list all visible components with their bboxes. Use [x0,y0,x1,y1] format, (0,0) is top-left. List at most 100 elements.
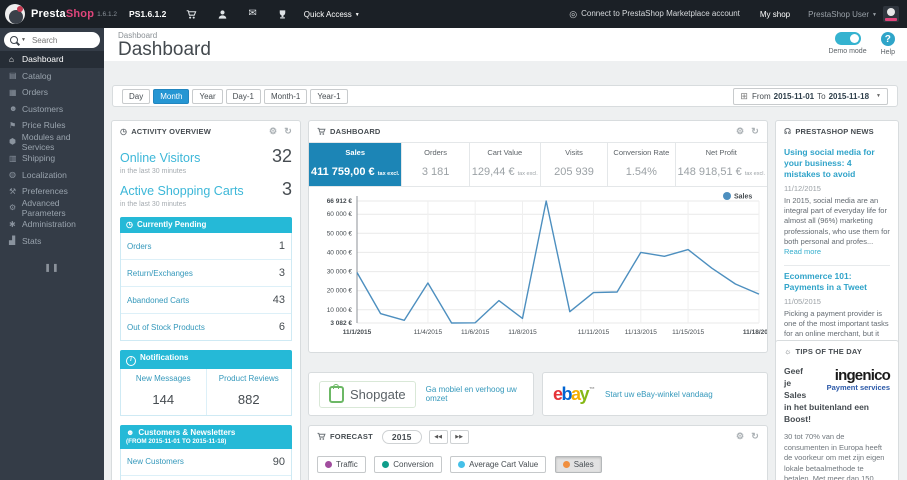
conversion-dot-icon [382,461,390,468]
chevron-down-icon[interactable]: ▼ [21,37,26,43]
sidebar-item-shipping[interactable]: ▥ Shipping [0,150,104,167]
panel-title: DASHBOARD [330,127,381,136]
user-icon[interactable] [217,9,228,20]
refresh-icon[interactable]: ↻ [751,127,759,136]
ebay-link[interactable]: Start uw eBay-winkel vandaag [605,390,713,399]
cart-icon[interactable] [186,9,197,20]
kpi-visits[interactable]: Visits 205 939 [541,143,609,186]
pending-row-abandoned-carts[interactable]: Abandoned Carts 43 [121,287,291,314]
range-button-year[interactable]: Year [192,88,223,104]
page-title: Dashboard [118,39,211,60]
kpi-row: Sales 411 759,00 € tax excl. Orders 3 181 … [309,142,767,187]
svg-text:11/8/2015: 11/8/2015 [508,329,537,336]
search-input[interactable] [29,34,94,46]
gear-icon[interactable]: ⚙ [269,127,277,136]
refresh-icon[interactable]: ↻ [751,432,759,441]
shopgate-banner[interactable]: Shopgate Ga mobiel en verhoog uw omzet [308,372,534,416]
kpi-sales[interactable]: Sales 411 759,00 € tax excl. [309,143,403,186]
sidebar-item-orders[interactable]: ▦ Orders [0,84,104,101]
sidebar-item-label: Orders [22,87,48,98]
active-carts-value: 3 [281,179,292,199]
sidebar-item-dashboard[interactable]: ⌂ Dashboard [0,51,104,68]
sidebar-item-label: Administration [22,219,76,230]
dashboard-panel: DASHBOARD ⚙ ↻ Sales 411 759,00 € tax excl. … [308,120,768,353]
sidebar-search[interactable]: ▼ [4,32,100,48]
marketplace-link[interactable]: ◎ Connect to PrestaShop Marketplace accou… [569,9,740,20]
page-header: Dashboard Dashboard Demo mode ? Help [104,28,907,61]
news-article-title[interactable]: Using social media for your business: 4 … [784,147,890,180]
prestashop-logo-icon[interactable] [5,4,25,24]
chevron-down-icon: ▼ [354,11,360,18]
brand: PrestaShop [31,8,94,20]
notifications-new-messages[interactable]: New Messages 144 [121,369,206,415]
customers-row-new-subscriptions[interactable]: New Subscriptions18 [121,476,291,480]
customers-list: New Customers90 New Subscriptions18 Tota… [120,448,292,480]
toggle-average-cart-value[interactable]: Average Cart Value [450,456,547,473]
sidebar-item-administration[interactable]: ✱ Administration [0,216,104,233]
range-button-month[interactable]: Month [153,88,190,104]
sidebar-item-label: Dashboard [22,54,64,65]
kpi-net-profit[interactable]: Net Profit 148 918,51 € tax excl. [676,143,767,186]
news-article-title[interactable]: Ecommerce 101: Payments in a Tweet [784,271,890,293]
sidebar-item-stats[interactable]: ▟ Stats [0,233,104,250]
range-button-day[interactable]: Day [122,88,151,104]
notifications-header: i Notifications [120,350,292,369]
user-avatar[interactable] [883,6,899,22]
pending-row-orders[interactable]: Orders 1 [121,233,291,260]
read-more-link[interactable]: Read more [784,247,821,256]
customers-newsletters-header: ☻ Customers & Newsletters (FROM 2015-11-01… [120,424,292,449]
range-button-day-1[interactable]: Day-1 [225,88,261,104]
online-visitors-value: 32 [271,146,292,166]
forecast-next-button[interactable]: ▶▶ [449,429,469,444]
refresh-icon[interactable]: ↻ [284,127,292,136]
sidebar-item-catalog[interactable]: ▤ Catalog [0,68,104,85]
sales-dot-icon [562,461,570,468]
my-shop-link[interactable]: My shop [760,10,790,19]
kpi-conversion-rate[interactable]: Conversion Rate 1.54% [608,143,676,186]
sidebar-item-label: Shipping [22,153,56,164]
toggle-conversion[interactable]: Conversion [374,456,442,473]
active-carts-link[interactable]: Active Shopping Carts [120,184,244,198]
news-article-excerpt: In 2015, social media are an integral pa… [784,196,890,256]
sidebar-item-localization[interactable]: ◍ Localization [0,167,104,184]
forecast-prev-button[interactable]: ◀◀ [428,429,448,444]
demo-mode-toggle[interactable] [834,32,861,45]
svg-text:11/13/2015: 11/13/2015 [625,329,657,336]
ebay-banner[interactable]: ebay™ Start uw eBay-winkel vandaag [542,372,768,416]
customers-row-new-customers[interactable]: New Customers 90 [121,449,291,476]
pending-row-out-of-stock[interactable]: Out of Stock Products 6 [121,314,291,340]
sidebar: ▼ ⌂ Dashboard ▤ Catalog ▦ Orders ☻ Customers… [0,28,104,480]
range-button-year-1[interactable]: Year-1 [310,88,348,104]
shopgate-link[interactable]: Ga mobiel en verhoog uw omzet [426,385,523,403]
svg-text:11/6/2015: 11/6/2015 [461,329,490,336]
user-menu[interactable]: PrestaShop User ▼ [808,10,877,19]
ebay-logo: ebay™ [553,384,596,404]
from-date: 2015-11-01 [773,91,815,101]
date-range-picker[interactable]: ⊞ From 2015-11-01 To 2015-11-18 ▼ [733,87,888,105]
sidebar-item-customers[interactable]: ☻ Customers [0,101,104,118]
gear-icon[interactable]: ⚙ [736,432,744,441]
help-icon[interactable]: ? [880,32,895,46]
sidebar-item-modules[interactable]: ⬢ Modules and Services [0,131,104,152]
gear-icon[interactable]: ⚙ [736,127,744,136]
sidebar-item-advanced-parameters[interactable]: ⚙ Advanced Parameters [0,198,104,218]
pending-row-returns[interactable]: Return/Exchanges 3 [121,260,291,287]
toggle-sales[interactable]: Sales [554,456,602,473]
toggle-traffic[interactable]: Traffic [317,456,366,473]
online-visitors-link[interactable]: Online Visitors [120,151,200,165]
mail-icon[interactable]: ✉ [248,9,256,19]
tip-body: 30 tot 70% van de consumenten in Europa … [784,432,885,480]
quick-access-menu[interactable]: Quick Access ▼ [304,10,360,19]
notifications-product-reviews[interactable]: Product Reviews 882 [205,368,292,415]
forecast-year[interactable]: 2015 [381,429,422,444]
range-button-month-1[interactable]: Month-1 [263,88,308,104]
sidebar-collapse-icon[interactable]: ❚❚ [0,263,104,272]
news-article-date: 11/05/2015 [784,296,821,306]
active-carts-sub: in the last 30 minutes [120,201,187,208]
kpi-cart-value[interactable]: Cart Value 129,44 € tax excl. [470,143,541,186]
version-label: 1.6.1.2 [97,10,118,18]
sidebar-item-label: Modules and Services [21,131,71,152]
trophy-icon[interactable] [277,9,288,20]
svg-text:11/15/2015: 11/15/2015 [672,329,704,336]
kpi-orders[interactable]: Orders 3 181 [402,143,470,186]
